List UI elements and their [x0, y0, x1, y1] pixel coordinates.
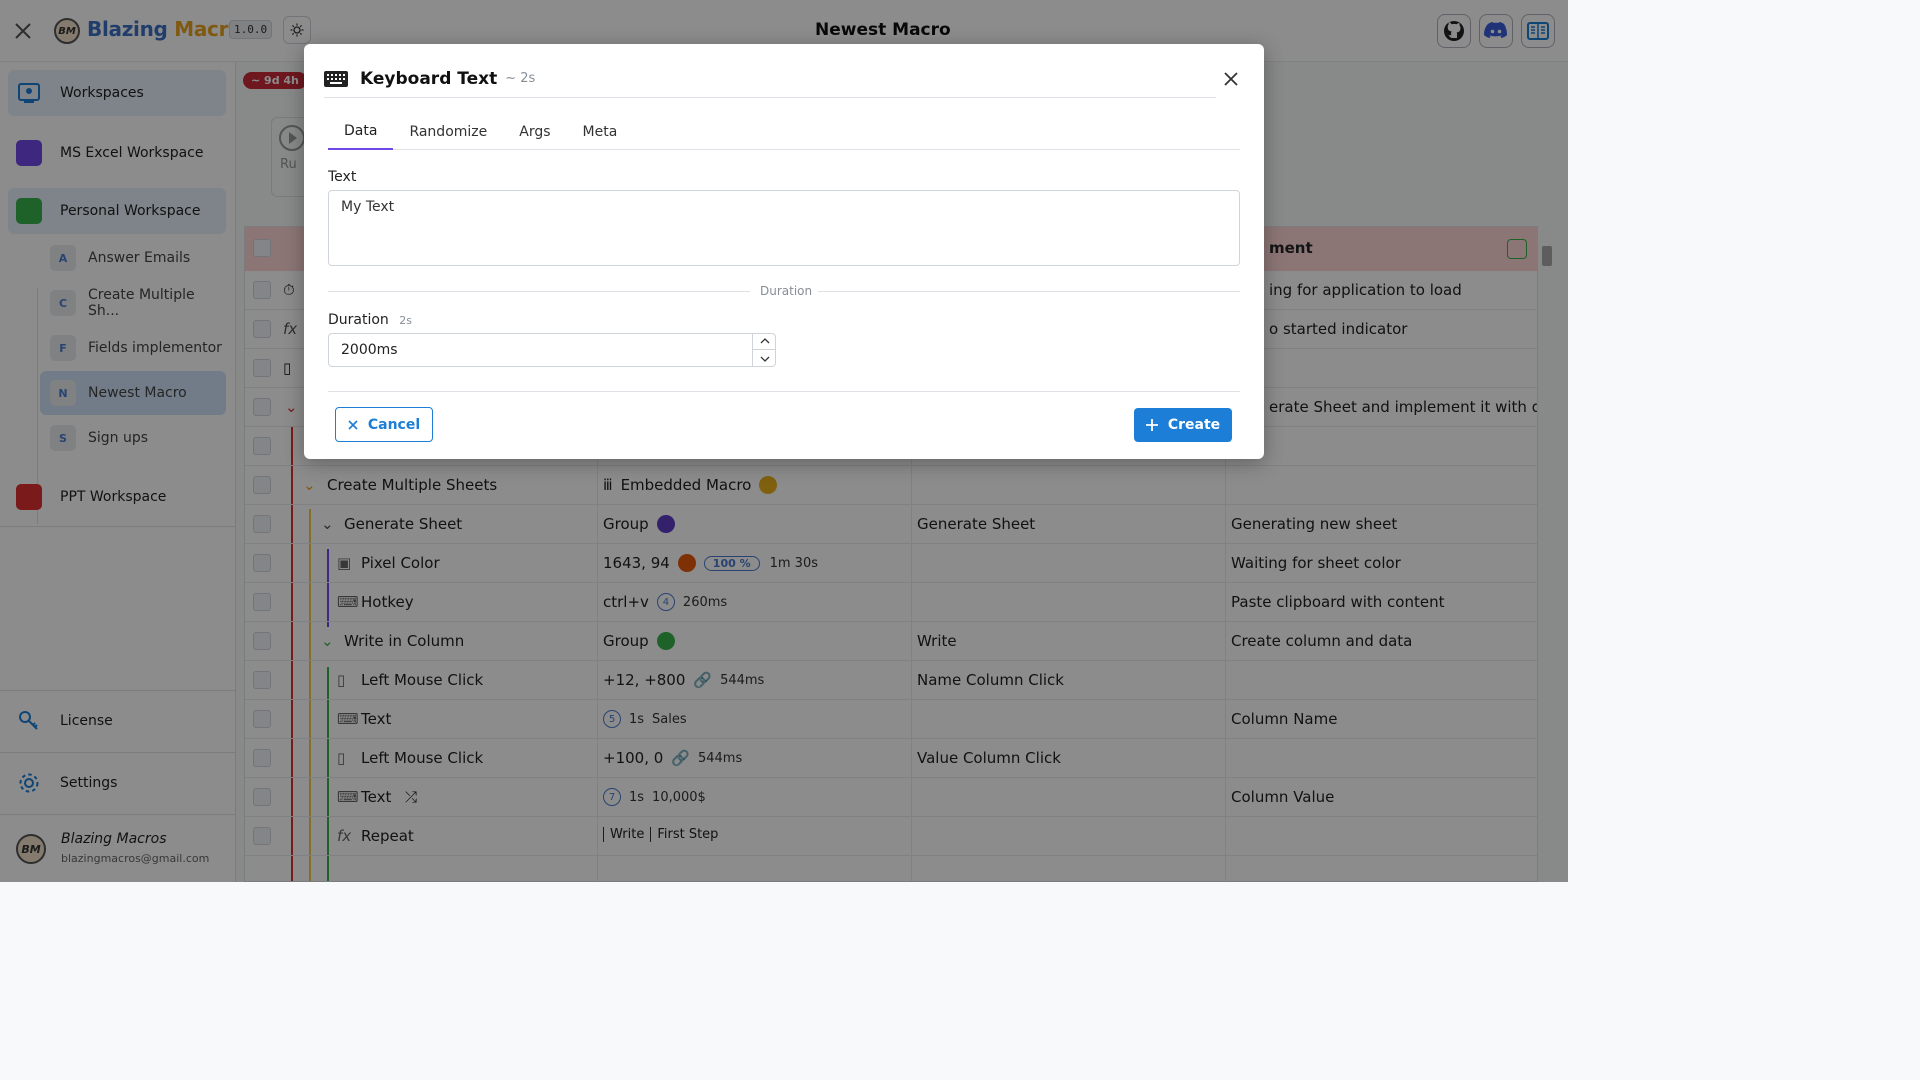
divider — [818, 291, 1240, 292]
create-label: Create — [1167, 417, 1221, 433]
duration-hint: 2s — [399, 314, 412, 327]
dialog-header: Keyboard Text ~ 2s — [324, 60, 1216, 98]
create-button[interactable]: Create — [1134, 408, 1232, 442]
tab-meta[interactable]: Meta — [567, 114, 634, 150]
divider — [328, 391, 1240, 392]
keyboard-text-dialog: Keyboard Text ~ 2s Data Randomize Args M… — [304, 44, 1264, 459]
keyboard-icon — [324, 70, 348, 87]
duration-field-label: Duration 2s — [328, 312, 412, 328]
text-field-label: Text — [328, 169, 357, 185]
cancel-button[interactable]: Cancel — [335, 407, 433, 442]
cancel-label: Cancel — [367, 416, 421, 433]
duration-stepper[interactable] — [752, 333, 776, 367]
plus-icon — [1145, 419, 1158, 431]
chevron-down-icon — [760, 356, 769, 362]
chevron-up-icon — [760, 338, 769, 344]
section-label: Duration — [760, 284, 813, 298]
dialog-subtitle: ~ 2s — [505, 71, 536, 86]
dialog-title: Keyboard Text — [360, 68, 498, 89]
tab-data[interactable]: Data — [328, 114, 394, 150]
tab-randomize[interactable]: Randomize — [393, 114, 503, 150]
close-icon[interactable] — [1222, 70, 1240, 88]
increment-button[interactable] — [753, 333, 776, 350]
dialog-tabs: Data Randomize Args Meta — [328, 114, 1240, 150]
tab-args[interactable]: Args — [503, 114, 566, 150]
duration-input[interactable]: 2000ms — [328, 333, 776, 367]
text-input[interactable]: My Text — [328, 190, 1240, 266]
divider — [328, 291, 750, 292]
close-icon — [348, 419, 358, 430]
decrement-button[interactable] — [753, 350, 776, 367]
